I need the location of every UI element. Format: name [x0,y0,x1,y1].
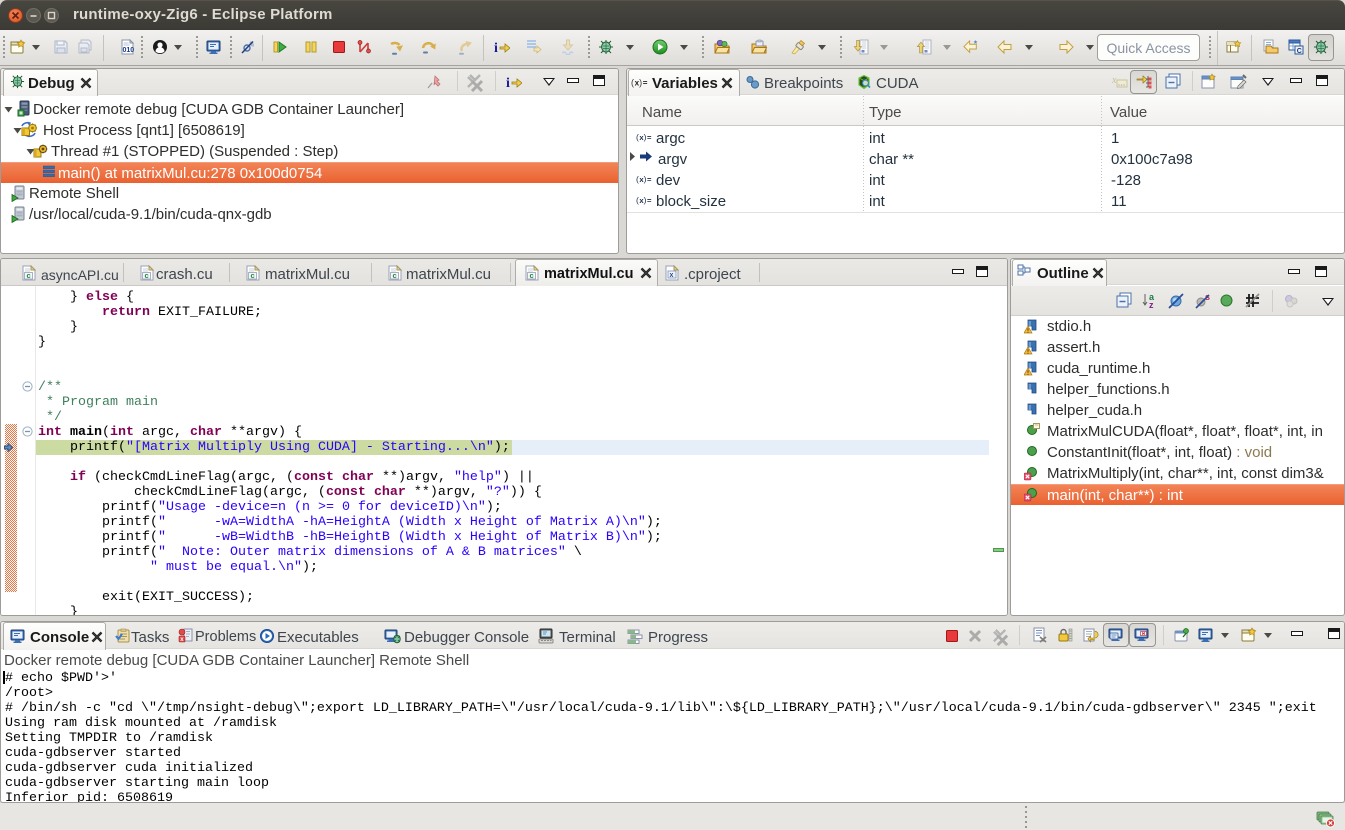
svg-text:=: = [643,79,648,88]
svg-text:=: = [647,196,652,205]
svg-text:(: ( [636,174,639,184]
svg-text:=: = [647,133,652,142]
svg-text:z: z [1149,300,1154,309]
svg-text:(: ( [631,78,634,88]
svg-text:(: ( [636,132,639,142]
svg-text:): ) [639,78,642,88]
svg-text:(: ( [636,195,639,205]
svg-text:=: = [647,175,652,184]
svg-text:x: x [1112,75,1117,86]
svg-text:010: 010 [123,47,135,54]
svg-text:i: i [506,76,510,90]
svg-text:i: i [494,41,498,55]
svg-text:C: C [1297,48,1302,55]
svg-text:x: x [670,272,674,279]
